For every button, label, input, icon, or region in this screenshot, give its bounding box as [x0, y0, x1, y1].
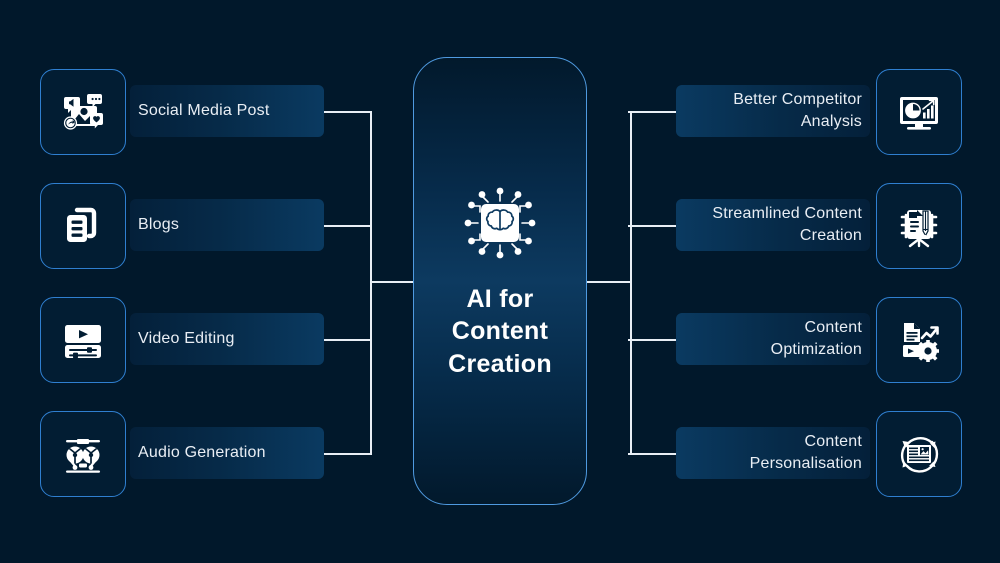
video-editing-icon: [58, 315, 108, 365]
input-label-text: Video Editing: [138, 330, 235, 348]
output-label-text: Content Personalisation: [749, 433, 862, 472]
input-label-blogs[interactable]: Blogs: [130, 199, 324, 251]
content-creation-easel-icon: [893, 200, 945, 252]
content-personalisation-refresh-icon: [893, 428, 945, 480]
connector-right-stub-3: [628, 339, 678, 341]
output-label-streamlined-content-creation[interactable]: Streamlined Content Creation: [676, 199, 870, 251]
input-label-audio-generation[interactable]: Audio Generation: [130, 427, 324, 479]
connector-right-trunk: [586, 281, 632, 283]
content-optimization-gear-icon: [893, 314, 945, 366]
input-label-text: Audio Generation: [138, 444, 266, 462]
input-tile-audio-generation[interactable]: [40, 411, 126, 497]
connector-left-spine: [370, 111, 372, 455]
input-tile-video-editing[interactable]: [40, 297, 126, 383]
input-label-text: Blogs: [138, 216, 180, 234]
blogs-documents-icon: [59, 202, 107, 250]
connector-right-spine: [630, 111, 632, 455]
output-label-text: Better Competitor Analysis: [733, 91, 862, 130]
output-label-content-optimization[interactable]: Content Optimization: [676, 313, 870, 365]
audio-generation-reel-icon: [58, 429, 108, 479]
connector-left-stub-1: [324, 111, 372, 113]
center-node-ai-for-content-creation[interactable]: AI for Content Creation: [413, 57, 587, 505]
input-tile-social-media-post[interactable]: [40, 69, 126, 155]
connector-left-trunk: [370, 281, 415, 283]
connector-left-stub-3: [324, 339, 372, 341]
input-tile-blogs[interactable]: [40, 183, 126, 269]
input-label-social-media-post[interactable]: Social Media Post: [130, 85, 324, 137]
connector-right-stub-2: [628, 225, 678, 227]
output-label-content-personalisation[interactable]: Content Personalisation: [676, 427, 870, 479]
ai-chip-brain-icon: [459, 182, 541, 269]
input-label-video-editing[interactable]: Video Editing: [130, 313, 324, 365]
connector-left-stub-2: [324, 225, 372, 227]
output-tile-content-personalisation[interactable]: [876, 411, 962, 497]
diagram-canvas: Social Media Post Blogs Video Editing Au…: [0, 0, 1000, 563]
output-label-text: Streamlined Content Creation: [712, 205, 862, 244]
connector-right-stub-1: [628, 111, 678, 113]
connector-right-stub-4: [628, 453, 678, 455]
center-node-title: AI for Content Creation: [448, 284, 552, 378]
social-media-post-icon: [57, 86, 109, 138]
output-tile-content-optimization[interactable]: [876, 297, 962, 383]
output-tile-better-competitor-analysis[interactable]: [876, 69, 962, 155]
input-label-text: Social Media Post: [138, 102, 270, 120]
connector-left-stub-4: [324, 453, 372, 455]
competitor-analysis-monitor-icon: [893, 86, 945, 138]
output-label-text: Content Optimization: [770, 319, 862, 358]
output-tile-streamlined-content-creation[interactable]: [876, 183, 962, 269]
output-label-better-competitor-analysis[interactable]: Better Competitor Analysis: [676, 85, 870, 137]
